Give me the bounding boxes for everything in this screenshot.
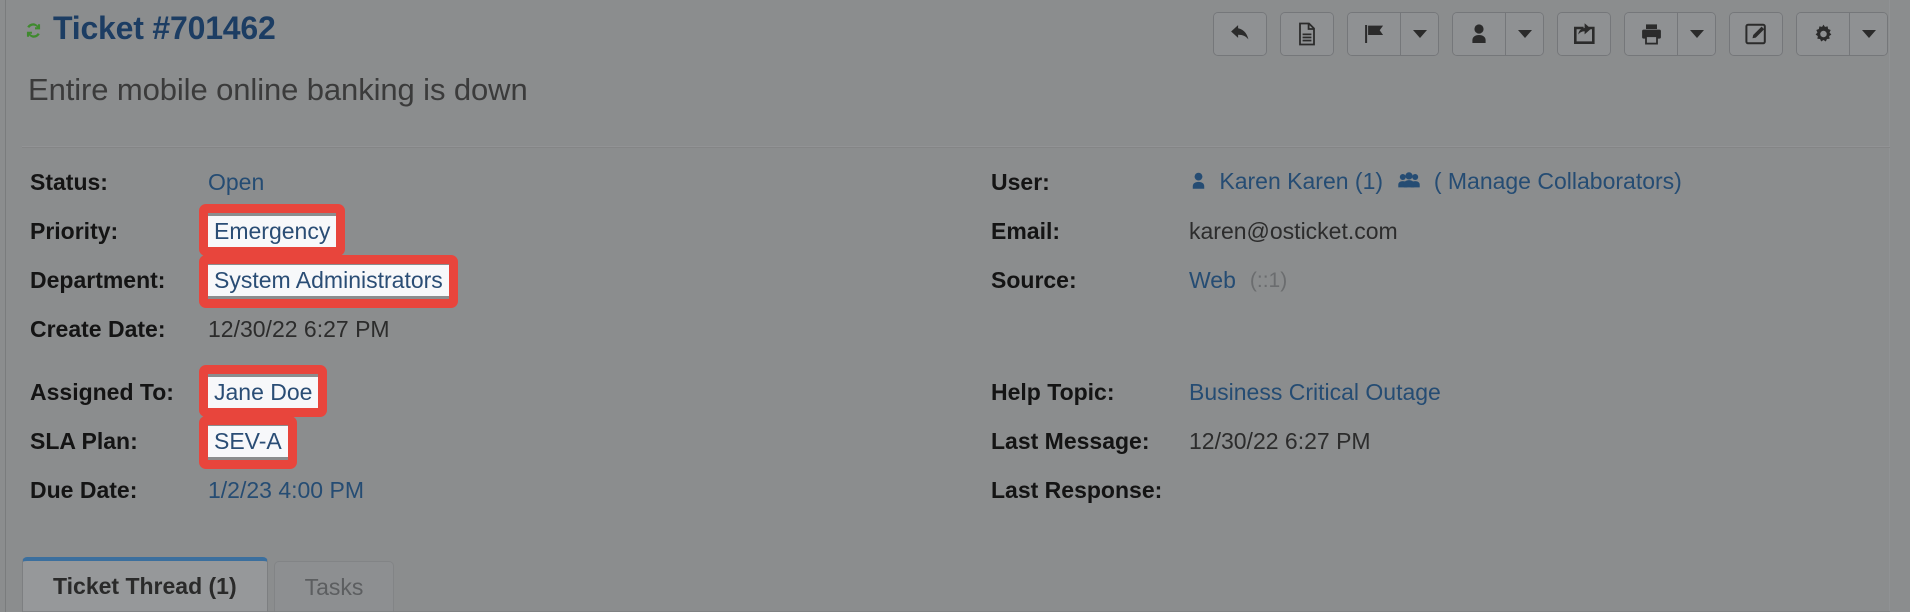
document-icon xyxy=(1296,22,1318,46)
share-arrow-icon xyxy=(1573,22,1595,46)
assign-user-button-group xyxy=(1452,12,1544,56)
detail-row-status: Status: Open xyxy=(0,158,975,207)
assign-user-button[interactable] xyxy=(1453,13,1505,55)
tab-ticket-thread-label: Ticket Thread (1) xyxy=(53,573,237,599)
detail-row-priority: Priority: Emergency xyxy=(0,203,975,257)
print-dropdown-button[interactable] xyxy=(1677,13,1715,55)
detail-row-source: Source: Web (::1) xyxy=(975,256,1875,305)
tab-tasks[interactable]: Tasks xyxy=(273,561,395,612)
priority-value[interactable]: Emergency xyxy=(208,215,337,248)
detail-row-assigned-to: Assigned To: Jane Doe xyxy=(0,364,975,418)
chevron-down-icon xyxy=(1689,30,1704,38)
due-date-value: 1/2/23 4:00 PM xyxy=(208,477,364,503)
assigned-to-highlight-wrap: Jane Doe xyxy=(199,364,328,418)
page-title: Ticket #701462 xyxy=(24,10,276,47)
email-label: Email: xyxy=(991,218,1061,244)
transfer-button[interactable] xyxy=(1558,13,1610,55)
settings-button[interactable] xyxy=(1797,13,1849,55)
settings-dropdown-button[interactable] xyxy=(1849,13,1887,55)
detail-row-user: User: Karen Karen (1) (Manage Collabora… xyxy=(975,158,1875,207)
help-topic-value[interactable]: Business Critical Outage xyxy=(1189,379,1441,406)
tab-ticket-thread[interactable]: Ticket Thread (1) xyxy=(22,557,268,612)
priority-label: Priority: xyxy=(30,218,119,244)
flag-dropdown-button[interactable] xyxy=(1400,13,1438,55)
detail-row-last-message: Last Message: 12/30/22 6:27 PM xyxy=(975,417,1875,466)
edit-button[interactable] xyxy=(1730,13,1782,55)
source-label: Source: xyxy=(991,267,1077,293)
assign-user-dropdown-button[interactable] xyxy=(1505,13,1543,55)
ticket-details-block-two: Assigned To: Jane Doe SLA Plan: SEV-A Du… xyxy=(0,364,1875,515)
detail-row-create-date: Create Date: 12/30/22 6:27 PM xyxy=(0,305,975,354)
user-label: User: xyxy=(991,169,1050,195)
ticket-action-toolbar xyxy=(1213,12,1888,56)
detail-row-last-response: Last Response: xyxy=(975,466,1875,515)
ticket-subject: Entire mobile online banking is down xyxy=(28,72,528,107)
ticket-title-text: Ticket #701462 xyxy=(53,10,276,46)
print-button[interactable] xyxy=(1625,13,1677,55)
tab-tasks-label: Tasks xyxy=(304,573,364,600)
priority-highlight-wrap: Emergency xyxy=(199,203,346,257)
detail-row-help-topic: Help Topic: Business Critical Outage xyxy=(975,368,1875,417)
post-note-button-group xyxy=(1280,12,1334,56)
flag-button-group xyxy=(1347,12,1439,56)
detail-row-email: Email: karen@osticket.com xyxy=(975,207,1875,256)
email-value: karen@osticket.com xyxy=(1189,218,1398,244)
detail-row-due-date: Due Date: 1/2/23 4:00 PM xyxy=(0,466,975,515)
sla-plan-label: SLA Plan: xyxy=(30,428,138,454)
user-icon xyxy=(1189,170,1208,197)
edit-button-group xyxy=(1729,12,1783,56)
source-value[interactable]: Web xyxy=(1189,267,1236,294)
gear-icon xyxy=(1812,22,1835,46)
detail-row-sla-plan: SLA Plan: SEV-A xyxy=(0,415,975,470)
panel-right-edge xyxy=(1889,0,1890,612)
assigned-to-label: Assigned To: xyxy=(30,379,174,405)
ticket-details-block-one: Status: Open Priority: Emergency Departm… xyxy=(0,158,1875,354)
details-left-column-two: Assigned To: Jane Doe SLA Plan: SEV-A Du… xyxy=(0,364,975,515)
department-highlight-wrap: System Administrators xyxy=(199,254,458,309)
status-label: Status: xyxy=(30,169,108,195)
department-label: Department: xyxy=(30,267,166,293)
flag-button[interactable] xyxy=(1348,13,1400,55)
detail-row-department: Department: System Administrators xyxy=(0,254,975,309)
chevron-down-icon xyxy=(1517,30,1532,38)
last-message-label: Last Message: xyxy=(991,428,1150,454)
department-value[interactable]: System Administrators xyxy=(208,264,449,297)
create-date-label: Create Date: xyxy=(30,316,166,342)
chevron-down-icon xyxy=(1412,30,1427,38)
user-value-wrap[interactable]: Karen Karen (1) ( Manage Collaborators) xyxy=(1189,168,1682,197)
ticket-view-page: Ticket #701462 Entire mobile online bank… xyxy=(0,0,1910,612)
details-right-column-one: User: Karen Karen (1) (Manage Collabora… xyxy=(975,158,1875,354)
group-icon[interactable] xyxy=(1397,170,1421,197)
sla-plan-value[interactable]: SEV-A xyxy=(208,425,288,458)
ticket-header: Ticket #701462 xyxy=(0,0,1910,68)
transfer-button-group xyxy=(1557,12,1611,56)
flag-icon xyxy=(1362,22,1387,46)
header-divider xyxy=(22,146,1890,148)
user-name: Karen Karen (1) xyxy=(1219,168,1384,194)
settings-button-group xyxy=(1796,12,1888,56)
ticket-tabs: Ticket Thread (1) Tasks xyxy=(22,557,395,612)
print-button-group xyxy=(1624,12,1716,56)
edit-pencil-icon xyxy=(1744,22,1768,46)
details-right-column-two: Help Topic: Business Critical Outage Las… xyxy=(975,368,1875,515)
help-topic-label: Help Topic: xyxy=(991,379,1115,405)
sla-plan-highlight-wrap: SEV-A xyxy=(199,415,297,470)
source-ip-value: (::1) xyxy=(1249,268,1288,292)
reply-button-group xyxy=(1213,12,1267,56)
due-date-label: Due Date: xyxy=(30,477,138,503)
reply-arrow-icon xyxy=(1228,22,1253,46)
printer-icon xyxy=(1640,22,1663,46)
last-response-label: Last Response: xyxy=(991,477,1163,503)
assigned-to-value[interactable]: Jane Doe xyxy=(208,376,319,409)
status-value[interactable]: Open xyxy=(208,169,264,196)
last-message-value: 12/30/22 6:27 PM xyxy=(1189,428,1371,454)
create-date-value: 12/30/22 6:27 PM xyxy=(208,316,390,342)
reply-button[interactable] xyxy=(1214,13,1266,55)
manage-collaborators-link[interactable]: ( Manage Collaborators) xyxy=(1434,168,1682,194)
details-left-column-one: Status: Open Priority: Emergency Departm… xyxy=(0,158,975,354)
chevron-down-icon xyxy=(1861,30,1876,38)
refresh-icon[interactable] xyxy=(24,21,43,40)
post-note-button[interactable] xyxy=(1281,13,1333,55)
user-icon xyxy=(1468,22,1490,46)
